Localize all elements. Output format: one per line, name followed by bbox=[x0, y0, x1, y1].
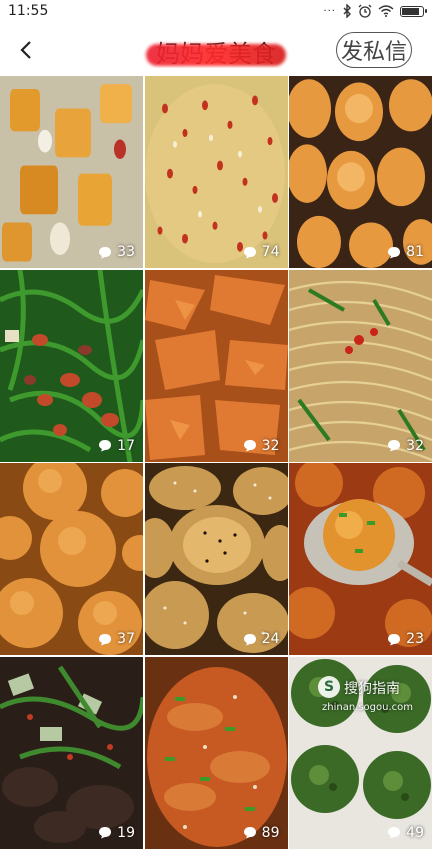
profile-header: 妈妈爱美食 发私信 bbox=[0, 24, 432, 76]
photo-tile[interactable]: 89 bbox=[144, 656, 288, 849]
photo-tile[interactable]: 81 bbox=[289, 76, 432, 268]
food-photo bbox=[289, 463, 432, 655]
photo-grid: 33 74 81 17 32 32 37 24 23 19 89 49 bbox=[0, 76, 432, 849]
photo-tile[interactable]: 24 bbox=[144, 463, 288, 655]
back-button[interactable] bbox=[8, 32, 44, 68]
photo-tile[interactable]: 37 bbox=[0, 463, 143, 655]
comment-count-text: 49 bbox=[406, 824, 424, 841]
comment-count: 37 bbox=[98, 631, 135, 647]
send-message-button[interactable]: 发私信 bbox=[336, 32, 412, 68]
comment-bubble-icon bbox=[243, 827, 256, 839]
wifi-icon bbox=[378, 5, 394, 17]
signal-dots-icon: ··· bbox=[323, 5, 336, 17]
comment-bubble-icon bbox=[243, 440, 256, 452]
photo-tile[interactable]: 32 bbox=[144, 269, 288, 462]
comment-count: 32 bbox=[243, 438, 280, 454]
photo-tile[interactable]: 17 bbox=[0, 269, 143, 462]
comment-count: 89 bbox=[243, 825, 280, 841]
status-icons: ··· bbox=[323, 4, 427, 18]
alarm-icon bbox=[358, 4, 372, 18]
food-photo bbox=[144, 656, 288, 849]
comment-bubble-icon bbox=[388, 246, 401, 258]
chevron-left-icon bbox=[20, 41, 31, 59]
comment-count: 33 bbox=[98, 244, 135, 260]
comment-count: 49 bbox=[387, 825, 424, 841]
comment-count-text: 32 bbox=[261, 437, 280, 454]
food-photo bbox=[0, 656, 143, 849]
comment-count: 19 bbox=[98, 825, 135, 841]
photo-tile[interactable]: 33 bbox=[0, 76, 143, 268]
comment-count-text: 23 bbox=[406, 631, 424, 647]
comment-count-text: 32 bbox=[406, 437, 424, 454]
comment-count: 74 bbox=[243, 244, 280, 260]
comment-count-text: 89 bbox=[261, 824, 280, 841]
comment-bubble-icon bbox=[99, 440, 112, 452]
page-title-area: 妈妈爱美食 bbox=[140, 34, 292, 68]
sogou-logo-icon: S bbox=[318, 676, 340, 698]
photo-tile[interactable]: 74 bbox=[144, 76, 288, 268]
food-photo bbox=[0, 76, 143, 268]
food-photo bbox=[289, 76, 432, 268]
photo-tile[interactable]: 19 bbox=[0, 656, 143, 849]
photo-tile[interactable]: 32 bbox=[289, 269, 432, 462]
comment-count-text: 74 bbox=[261, 244, 280, 260]
photo-tile[interactable]: 23 bbox=[289, 463, 432, 655]
bluetooth-icon bbox=[343, 4, 351, 18]
comment-bubble-icon bbox=[243, 633, 256, 645]
comment-bubble-icon bbox=[99, 633, 112, 645]
comment-bubble-icon bbox=[388, 440, 401, 452]
food-photo bbox=[144, 463, 288, 655]
comment-count: 24 bbox=[243, 631, 280, 647]
comment-count-text: 81 bbox=[406, 244, 424, 260]
comment-bubble-icon bbox=[99, 246, 112, 258]
comment-count-text: 19 bbox=[117, 824, 135, 841]
comment-count: 23 bbox=[387, 631, 424, 647]
watermark-title: 搜狗指南 bbox=[344, 681, 400, 697]
comment-count-text: 33 bbox=[117, 244, 135, 260]
comment-bubble-icon bbox=[99, 827, 112, 839]
status-time: 11:55 bbox=[8, 3, 49, 19]
comment-count-text: 17 bbox=[117, 437, 135, 454]
battery-icon bbox=[400, 5, 427, 17]
status-bar: 11:55 ··· bbox=[0, 0, 432, 24]
comment-bubble-icon bbox=[388, 633, 401, 645]
food-photo bbox=[0, 463, 143, 655]
food-photo bbox=[144, 269, 288, 462]
food-photo bbox=[0, 269, 143, 462]
comment-count: 32 bbox=[387, 438, 424, 454]
comment-count-text: 24 bbox=[261, 631, 280, 647]
comment-count-text: 37 bbox=[117, 631, 135, 647]
redaction-mark bbox=[146, 44, 286, 66]
food-photo bbox=[289, 269, 432, 462]
comment-count: 81 bbox=[387, 244, 424, 260]
watermark-url: zhinan.sogou.com bbox=[322, 702, 414, 713]
comment-count: 17 bbox=[98, 438, 135, 454]
sogou-watermark: S 搜狗指南 zhinan.sogou.com bbox=[300, 670, 432, 720]
food-photo bbox=[144, 76, 288, 268]
comment-bubble-icon bbox=[388, 827, 401, 839]
comment-bubble-icon bbox=[243, 246, 256, 258]
